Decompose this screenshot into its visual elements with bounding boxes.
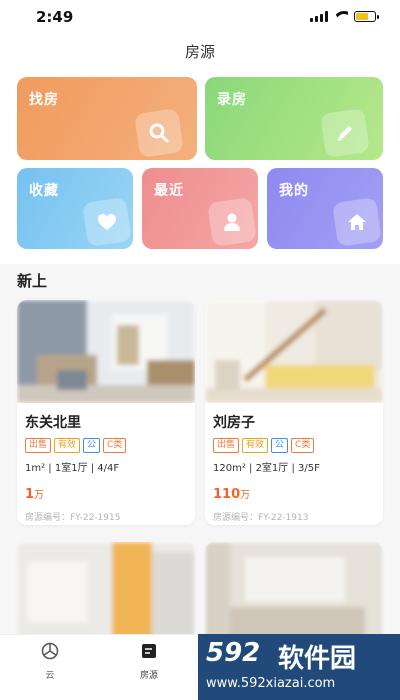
section-title: 新上 — [17, 272, 48, 290]
recent-tile[interactable]: 最近 — [142, 168, 258, 249]
record-house-tile[interactable]: 录房 — [205, 77, 383, 160]
listing-photo — [17, 300, 195, 403]
listing-card[interactable]: 刘房子 出售 有效 公 C类 120m² | 2室1厅 | 3/5F 110万 … — [205, 300, 383, 525]
listing-title: 刘房子 — [213, 415, 255, 431]
tab-cloud-label: 云 — [45, 671, 55, 681]
houses-tab-icon — [142, 644, 156, 658]
page-title: 房源 — [0, 38, 400, 66]
watermark-text: 软件园 — [278, 644, 357, 674]
tag-valid: 有效 — [242, 438, 269, 453]
signal-icon — [310, 11, 328, 22]
mine-label: 我的 — [279, 183, 309, 199]
listing-code: 房源编号：FY-22-1913 — [213, 513, 309, 523]
person-icon — [207, 197, 257, 247]
listing-specs: 1m² | 1室1厅 | 4/4F — [25, 463, 120, 474]
tag-sale: 出售 — [213, 438, 240, 453]
tag-sale: 出售 — [25, 438, 52, 453]
find-house-tile[interactable]: 找房 — [17, 77, 197, 160]
listing-title: 东关北里 — [25, 415, 81, 431]
listing-code: 房源编号：FY-22-1915 — [25, 513, 121, 523]
listing-price: 1万 — [25, 483, 187, 502]
recent-label: 最近 — [154, 183, 184, 199]
listing-specs: 120m² | 2室1厅 | 3/5F — [213, 463, 320, 474]
tag-class: C类 — [103, 438, 127, 453]
tag-valid: 有效 — [54, 438, 81, 453]
status-time: 2:49 — [36, 8, 74, 26]
status-bar: 2:49 — [0, 0, 400, 36]
watermark: 592 软件园 www.592xiazai.com — [198, 634, 400, 700]
tag-class: C类 — [291, 438, 315, 453]
mine-tile[interactable]: 我的 — [267, 168, 383, 249]
home-icon — [332, 197, 382, 247]
find-house-label: 找房 — [29, 92, 59, 108]
listing-card[interactable]: 东关北里 出售 有效 公 C类 1m² | 1室1厅 | 4/4F 1万 房源编… — [17, 300, 195, 525]
pencil-icon — [320, 108, 370, 158]
status-icons — [310, 11, 379, 22]
watermark-number: 592 — [206, 638, 261, 668]
listing-tags: 出售 有效 公 C类 — [25, 438, 187, 453]
listing-tags: 出售 有效 公 C类 — [213, 438, 375, 453]
heart-icon — [82, 197, 132, 247]
tab-houses-label: 房源 — [139, 671, 158, 681]
listing-price: 110万 — [213, 483, 375, 502]
tab-houses[interactable]: 房源 — [119, 641, 179, 681]
favorites-label: 收藏 — [29, 183, 59, 199]
watermark-url: www.592xiazai.com — [206, 676, 336, 691]
search-icon — [134, 108, 184, 158]
favorites-tile[interactable]: 收藏 — [17, 168, 133, 249]
listing-photo — [205, 300, 383, 403]
tab-cloud[interactable]: 云 — [20, 641, 80, 681]
tag-public: 公 — [83, 438, 101, 453]
cloud-tab-icon — [41, 642, 59, 660]
wifi-icon — [334, 11, 348, 22]
price-unit: 万 — [240, 490, 251, 501]
price-value: 1 — [25, 487, 35, 502]
price-value: 110 — [213, 487, 241, 502]
battery-icon — [354, 11, 379, 22]
price-unit: 万 — [34, 490, 45, 501]
record-house-label: 录房 — [217, 92, 247, 108]
tag-public: 公 — [271, 438, 289, 453]
